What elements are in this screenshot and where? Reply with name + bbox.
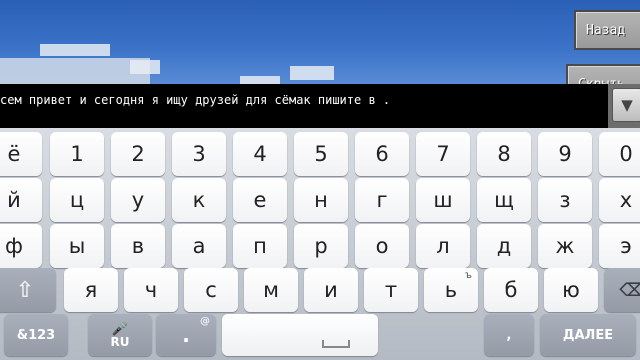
- comma-key[interactable]: ,: [484, 314, 534, 356]
- backspace-key[interactable]: ⌫: [604, 268, 640, 312]
- key-label: .: [182, 323, 190, 347]
- key-letter[interactable]: я: [64, 268, 118, 312]
- key-letter[interactable]: и: [304, 268, 358, 312]
- chat-input-text: сем привет и сегодня я ищу друзей для сё…: [0, 93, 391, 107]
- key-0[interactable]: 0: [599, 132, 640, 176]
- key-8[interactable]: 8: [477, 132, 531, 176]
- key-letter[interactable]: а: [172, 224, 226, 268]
- chevron-down-icon[interactable]: ▼: [612, 88, 640, 122]
- key-letter[interactable]: е: [233, 178, 287, 222]
- key-letter[interactable]: э: [599, 224, 640, 268]
- key-letter[interactable]: в: [111, 224, 165, 268]
- key-letter[interactable]: щ: [477, 178, 531, 222]
- microphone-icon: 🎤: [111, 321, 129, 337]
- key-5[interactable]: 5: [294, 132, 348, 176]
- language-label: RU: [110, 334, 130, 349]
- key-4[interactable]: 4: [233, 132, 287, 176]
- key-letter[interactable]: л: [416, 224, 470, 268]
- terrain-block: [0, 58, 150, 84]
- key-letter[interactable]: с: [184, 268, 238, 312]
- key-letter[interactable]: ф: [0, 224, 42, 268]
- key-soft-sign[interactable]: ь ъ: [424, 268, 478, 312]
- key-letter[interactable]: н: [294, 178, 348, 222]
- key-letter[interactable]: ш: [416, 178, 470, 222]
- game-background: [0, 0, 640, 84]
- language-key[interactable]: 🎤 RU: [88, 314, 152, 356]
- space-bar[interactable]: [222, 314, 378, 356]
- key-letter[interactable]: р: [294, 224, 348, 268]
- key-letter[interactable]: ж: [538, 224, 592, 268]
- key-letter[interactable]: х: [599, 178, 640, 222]
- shift-key[interactable]: ⇧: [0, 268, 56, 312]
- key-letter[interactable]: ю: [544, 268, 598, 312]
- key-letter[interactable]: м: [244, 268, 298, 312]
- key-letter[interactable]: й: [0, 178, 42, 222]
- key-yo[interactable]: ё: [0, 132, 42, 176]
- backspace-icon: ⌫: [619, 279, 640, 301]
- key-letter[interactable]: ч: [124, 268, 178, 312]
- cloud: [240, 76, 280, 84]
- key-letter[interactable]: б: [484, 268, 538, 312]
- key-letter[interactable]: д: [477, 224, 531, 268]
- key-alt-label: @: [200, 316, 210, 327]
- next-key[interactable]: ДАЛЕЕ: [540, 314, 636, 356]
- key-2[interactable]: 2: [111, 132, 165, 176]
- key-letter[interactable]: з: [538, 178, 592, 222]
- key-letter[interactable]: ц: [50, 178, 104, 222]
- key-letter[interactable]: г: [355, 178, 409, 222]
- symbols-key[interactable]: &123: [4, 314, 68, 356]
- key-label: ь: [444, 278, 458, 302]
- key-alt-label: ъ: [464, 270, 472, 281]
- key-letter[interactable]: п: [233, 224, 287, 268]
- key-letter[interactable]: у: [111, 178, 165, 222]
- key-letter[interactable]: к: [172, 178, 226, 222]
- key-1[interactable]: 1: [50, 132, 104, 176]
- shift-icon: ⇧: [15, 277, 35, 303]
- key-6[interactable]: 6: [355, 132, 409, 176]
- back-button[interactable]: Назад: [574, 10, 640, 50]
- chat-input[interactable]: сем привет и сегодня я ищу друзей для сё…: [0, 84, 608, 128]
- cloud: [40, 44, 110, 56]
- key-7[interactable]: 7: [416, 132, 470, 176]
- key-letter[interactable]: ы: [50, 224, 104, 268]
- period-key[interactable]: . @: [156, 314, 216, 356]
- space-icon: [322, 340, 350, 348]
- cloud: [130, 60, 160, 74]
- key-letter[interactable]: о: [355, 224, 409, 268]
- cloud: [290, 66, 334, 80]
- key-9[interactable]: 9: [538, 132, 592, 176]
- key-letter[interactable]: т: [364, 268, 418, 312]
- key-3[interactable]: 3: [172, 132, 226, 176]
